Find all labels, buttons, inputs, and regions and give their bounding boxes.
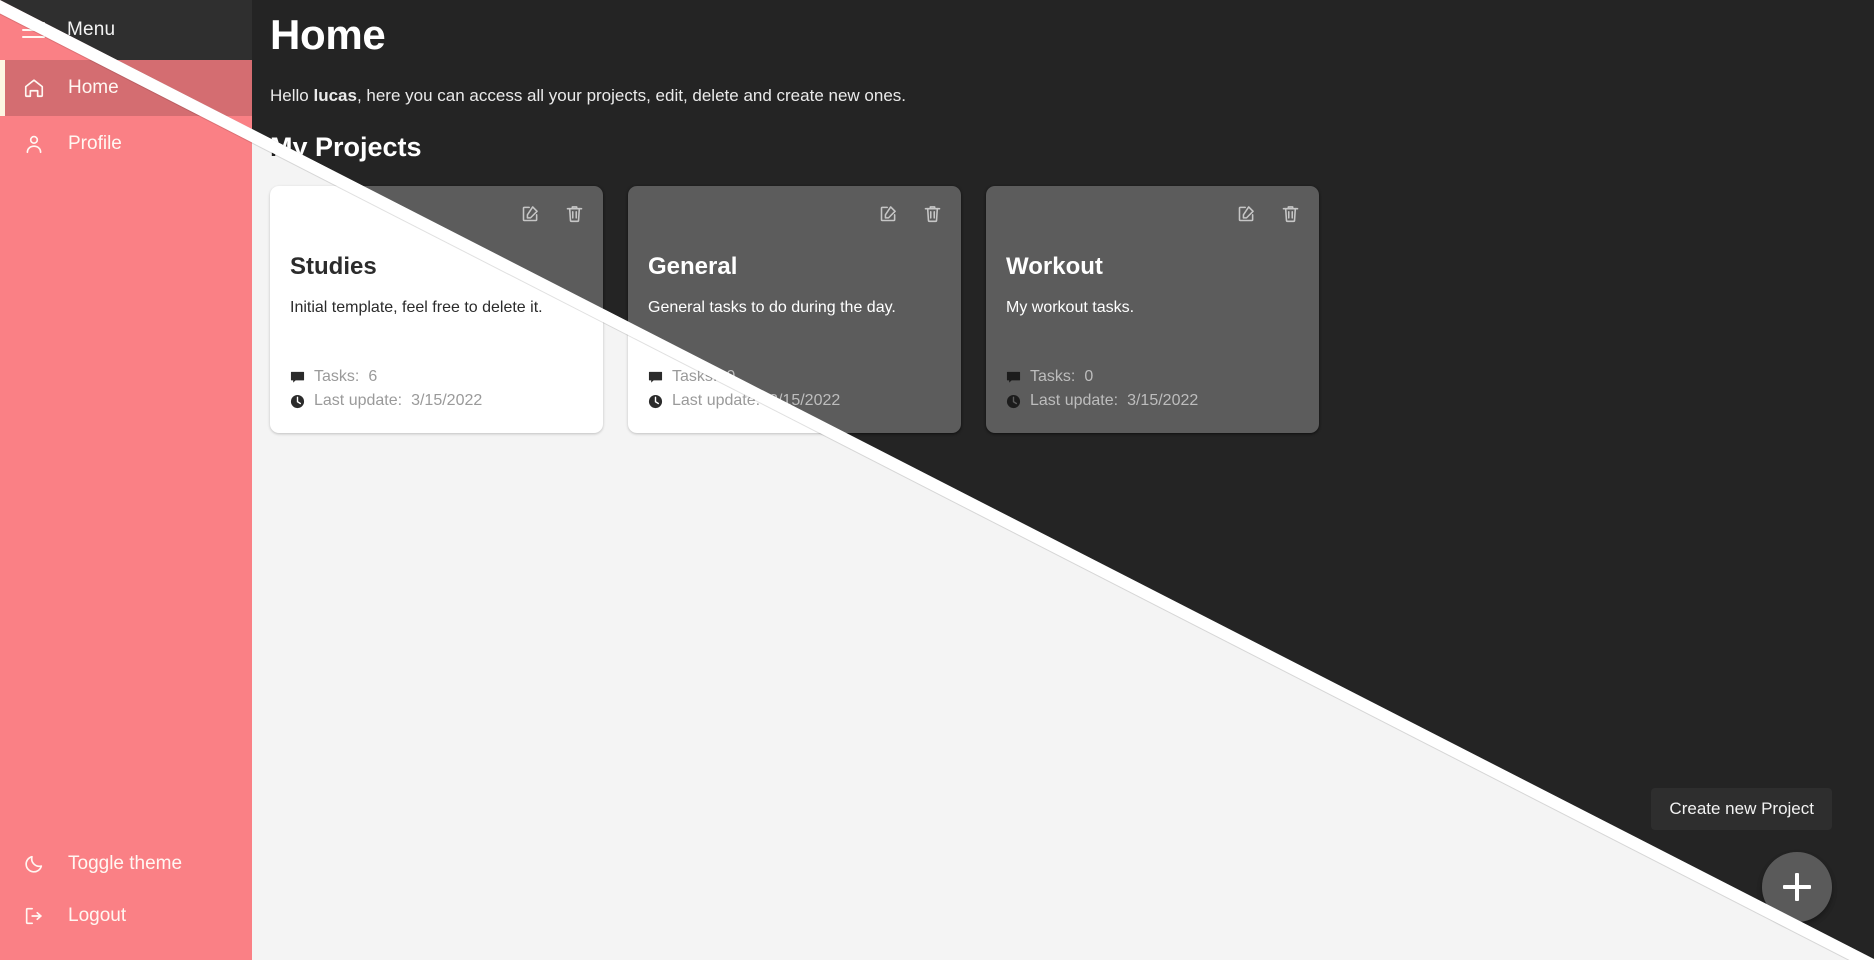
create-project-tooltip: Create new Project — [1651, 788, 1832, 830]
last-update-row: Last update: 3/15/2022 — [290, 389, 583, 413]
moon-icon — [22, 852, 46, 876]
logout-label: Logout — [68, 905, 127, 926]
toggle-theme-button[interactable]: Toggle theme — [0, 838, 252, 890]
clock-icon — [1006, 394, 1021, 409]
tasks-label: Tasks: — [672, 368, 718, 385]
section-title: My Projects — [270, 132, 422, 162]
sidebar-item-profile[interactable]: Profile — [0, 116, 252, 172]
last-update-label: Last update: — [1030, 392, 1119, 409]
last-update-value: 3/15/2022 — [411, 392, 483, 409]
trash-icon[interactable] — [1279, 202, 1301, 224]
last-update-label: Last update: — [314, 392, 403, 409]
greeting-username: lucas — [313, 86, 357, 105]
tasks-row: Tasks: 6 — [290, 365, 583, 389]
trash-icon[interactable] — [563, 202, 585, 224]
toggle-theme-label: Toggle theme — [68, 853, 183, 874]
sidebar-item-label: Profile — [68, 133, 122, 154]
home-icon — [22, 76, 46, 100]
sidebar: Menu Home Profile — [0, 0, 252, 960]
edit-pencil-square-icon[interactable] — [519, 202, 541, 224]
app-stage: Menu Home Profile — [0, 0, 1874, 960]
last-update-label: Last update: — [672, 392, 761, 409]
project-meta: Tasks: 0 Last update: 3/15/2022 — [1006, 365, 1299, 413]
tasks-row: Tasks: 0 — [1006, 365, 1299, 389]
chat-bubble-icon — [1006, 370, 1021, 385]
card-actions — [877, 202, 943, 224]
sidebar-item-label: Home — [68, 77, 119, 98]
tasks-count: 6 — [368, 368, 378, 385]
greeting-suffix: , here you can access all your projects,… — [356, 86, 906, 105]
project-card[interactable]: Workout My workout tasks. Tasks: 0 Last … — [986, 186, 1319, 433]
logout-icon — [22, 904, 46, 928]
page-title: Home — [270, 11, 386, 58]
last-update-value: 3/15/2022 — [1127, 392, 1199, 409]
project-description: My workout tasks. — [1006, 299, 1135, 316]
project-meta: Tasks: 6 Last update: 3/15/2022 — [290, 365, 583, 413]
tasks-label: Tasks: — [314, 368, 360, 385]
hamburger-icon[interactable] — [22, 21, 45, 39]
trash-icon[interactable] — [921, 202, 943, 224]
last-update-row: Last update: 3/15/2022 — [1006, 389, 1299, 413]
logout-button[interactable]: Logout — [0, 890, 252, 942]
plus-icon — [1783, 873, 1811, 901]
tasks-count: 0 — [1084, 368, 1094, 385]
sidebar-footer: Toggle theme Logout — [0, 838, 252, 960]
project-description: Initial template, feel free to delete it… — [290, 299, 543, 316]
card-actions — [519, 202, 585, 224]
menu-label: Menu — [67, 19, 116, 40]
project-title: Workout — [1006, 253, 1103, 280]
greeting-prefix: Hello — [270, 86, 314, 105]
edit-pencil-square-icon[interactable] — [877, 202, 899, 224]
project-description: General tasks to do during the day. — [648, 299, 896, 316]
card-actions — [1235, 202, 1301, 224]
clock-icon — [648, 394, 663, 409]
edit-pencil-square-icon[interactable] — [1235, 202, 1257, 224]
clock-icon — [290, 394, 305, 409]
greeting-text: Hello lucas, here you can access all you… — [270, 86, 1834, 106]
chat-bubble-icon — [648, 370, 663, 385]
project-title: General — [648, 253, 738, 280]
chat-bubble-icon — [290, 370, 305, 385]
tasks-label: Tasks: — [1030, 368, 1076, 385]
user-icon — [22, 132, 46, 156]
